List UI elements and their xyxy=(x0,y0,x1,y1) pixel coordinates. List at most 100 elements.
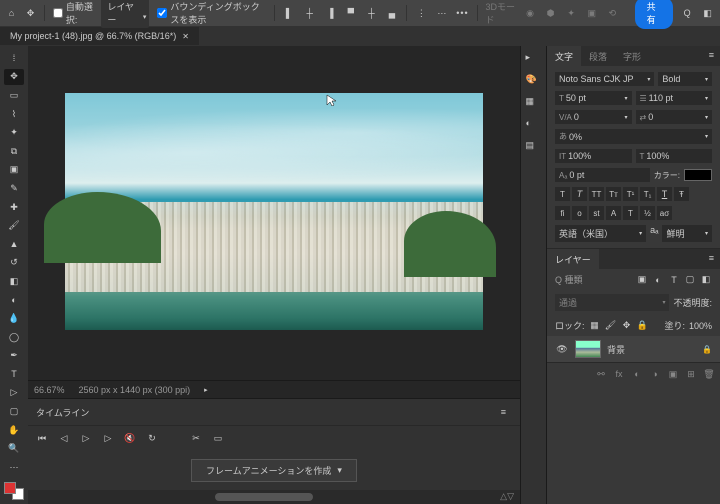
home-icon[interactable]: ⌂ xyxy=(6,6,17,20)
zoom-level[interactable]: 66.67% xyxy=(34,385,65,395)
dock-expand-icon[interactable]: ▸ xyxy=(526,52,542,68)
filter-shape-icon[interactable]: ▢ xyxy=(684,274,696,286)
first-frame-icon[interactable]: ⏮ xyxy=(36,432,48,444)
layer-row[interactable]: 👁 背景 🔒 xyxy=(547,336,720,362)
search-icon[interactable]: Q xyxy=(681,5,694,21)
italic-button[interactable]: T xyxy=(572,187,587,201)
lock-pixels-icon[interactable]: 🖌 xyxy=(605,320,617,332)
group-icon[interactable]: ▣ xyxy=(666,367,680,381)
scrollbar-thumb[interactable] xyxy=(215,493,313,501)
audio-icon[interactable]: 🔇 xyxy=(124,432,136,444)
more-align-icon[interactable]: ••• xyxy=(456,8,468,18)
adjustment-layer-icon[interactable]: ◑ xyxy=(648,367,662,381)
timeline-scrollbar[interactable]: △▽ xyxy=(28,490,520,504)
text-color-swatch[interactable] xyxy=(684,169,712,181)
play-icon[interactable]: ▷ xyxy=(80,432,92,444)
libraries-panel-icon[interactable]: ▤ xyxy=(526,140,542,156)
info-menu-icon[interactable]: ▸ xyxy=(204,386,208,394)
3d-icon-1[interactable]: ◉ xyxy=(524,5,537,21)
auto-select-checkbox[interactable]: 自動選択: xyxy=(53,0,94,26)
panel-menu-icon[interactable]: ≡ xyxy=(703,249,720,269)
type-tool[interactable]: T xyxy=(4,366,24,383)
swatches-panel-icon[interactable]: ▦ xyxy=(526,96,542,112)
align-center-h-icon[interactable]: ┼ xyxy=(303,5,316,21)
filter-pixel-icon[interactable]: ▣ xyxy=(636,274,648,286)
visibility-icon[interactable]: 👁 xyxy=(555,344,569,355)
shape-tool[interactable]: ▢ xyxy=(4,403,24,420)
prev-frame-icon[interactable]: ◁ xyxy=(58,432,70,444)
panel-menu-icon[interactable]: ≡ xyxy=(703,46,720,66)
healing-tool[interactable]: ✚ xyxy=(4,199,24,216)
close-icon[interactable]: ✕ xyxy=(182,32,189,41)
kerning-field[interactable]: V/A0 xyxy=(555,110,632,124)
align-right-icon[interactable]: ▐ xyxy=(324,5,337,21)
superscript-button[interactable]: T¹ xyxy=(623,187,638,201)
align-bottom-icon[interactable]: ▄ xyxy=(386,5,399,21)
leading-field[interactable]: ☰110 pt xyxy=(636,91,713,105)
color-panel-icon[interactable]: 🎨 xyxy=(526,74,542,90)
filter-type-label[interactable]: Q 種類 xyxy=(555,273,583,286)
new-layer-icon[interactable]: ⊞ xyxy=(684,367,698,381)
transition-icon[interactable]: ▭ xyxy=(212,432,224,444)
layer-style-icon[interactable]: fx xyxy=(612,367,626,381)
pen-tool[interactable]: ✒ xyxy=(4,348,24,365)
distribute-v-icon[interactable]: ⋯ xyxy=(436,5,449,21)
layer-name[interactable]: 背景 xyxy=(607,343,625,356)
path-tool[interactable]: ▷ xyxy=(4,385,24,402)
link-layers-icon[interactable]: ⚯ xyxy=(594,367,608,381)
loop-icon[interactable]: ↻ xyxy=(146,432,158,444)
tracking-field[interactable]: ⇄0 xyxy=(636,110,713,124)
frame-tool[interactable]: ▣ xyxy=(4,162,24,179)
allcaps-button[interactable]: TT xyxy=(589,187,604,201)
toolbar-grip[interactable]: ⁞ xyxy=(4,50,24,67)
edit-toolbar[interactable]: ⋯ xyxy=(4,459,24,476)
eraser-tool[interactable]: ◧ xyxy=(4,273,24,290)
marquee-tool[interactable]: ▭ xyxy=(4,87,24,104)
filter-smart-icon[interactable]: ◧ xyxy=(700,274,712,286)
align-center-v-icon[interactable]: ┼ xyxy=(365,5,378,21)
stylistic-button[interactable]: st xyxy=(589,206,604,220)
adjustments-panel-icon[interactable]: ◐ xyxy=(526,118,542,134)
align-top-icon[interactable]: ▀ xyxy=(345,5,358,21)
delete-layer-icon[interactable]: 🗑 xyxy=(702,367,716,381)
foreground-color[interactable] xyxy=(4,482,16,494)
underline-button[interactable]: T xyxy=(657,187,672,201)
tab-layers[interactable]: レイヤー xyxy=(547,249,599,269)
blur-tool[interactable]: 💧 xyxy=(4,310,24,327)
share-button[interactable]: 共有 xyxy=(635,0,673,29)
magic-wand-tool[interactable]: ✦ xyxy=(4,124,24,141)
show-bbox-checkbox[interactable]: バウンディングボックスを表示 xyxy=(157,0,266,26)
vertical-scale-field[interactable]: IT100% xyxy=(555,149,632,163)
3d-icon-4[interactable]: ▣ xyxy=(585,5,598,21)
eyedropper-tool[interactable]: ✎ xyxy=(4,180,24,197)
3d-icon-3[interactable]: ✦ xyxy=(565,5,578,21)
crop-tool[interactable]: ⧉ xyxy=(4,143,24,160)
contextual-button[interactable]: ᴏ xyxy=(572,206,587,220)
lasso-tool[interactable]: ⌇ xyxy=(4,106,24,123)
ligatures-button[interactable]: fi xyxy=(555,206,570,220)
smallcaps-button[interactable]: Tᴛ xyxy=(606,187,621,201)
3d-icon-2[interactable]: ⬢ xyxy=(544,5,557,21)
fractions-button[interactable]: ½ xyxy=(640,206,655,220)
color-swatches[interactable] xyxy=(4,482,24,500)
font-family-select[interactable]: Noto Sans CJK JP xyxy=(555,72,654,86)
gradient-tool[interactable]: ◐ xyxy=(4,292,24,309)
lock-all-icon[interactable]: 🔒 xyxy=(637,320,649,332)
zoom-tool[interactable]: 🔍 xyxy=(4,440,24,457)
blend-mode-select[interactable]: 通過 xyxy=(555,294,669,311)
fill-value[interactable]: 100% xyxy=(689,321,712,331)
lock-position-icon[interactable]: ✥ xyxy=(621,320,633,332)
next-frame-icon[interactable]: ▷ xyxy=(102,432,114,444)
dodge-tool[interactable]: ◯ xyxy=(4,329,24,346)
font-style-select[interactable]: Bold xyxy=(658,72,712,86)
panel-menu-icon[interactable]: ≡ xyxy=(495,403,512,421)
hand-tool[interactable]: ✋ xyxy=(4,422,24,439)
antialiasing-select[interactable]: 鮮明 xyxy=(662,225,712,242)
layer-thumbnail[interactable] xyxy=(575,340,601,358)
tab-paragraph[interactable]: 段落 xyxy=(581,46,615,66)
document-info[interactable]: 2560 px x 1440 px (300 ppi) xyxy=(79,385,191,395)
document-tab[interactable]: My project-1 (48).jpg @ 66.7% (RGB/16*) … xyxy=(0,27,199,45)
history-brush-tool[interactable]: ↺ xyxy=(4,255,24,272)
tab-character[interactable]: 文字 xyxy=(547,46,581,66)
move-tool[interactable]: ✥ xyxy=(4,69,24,86)
